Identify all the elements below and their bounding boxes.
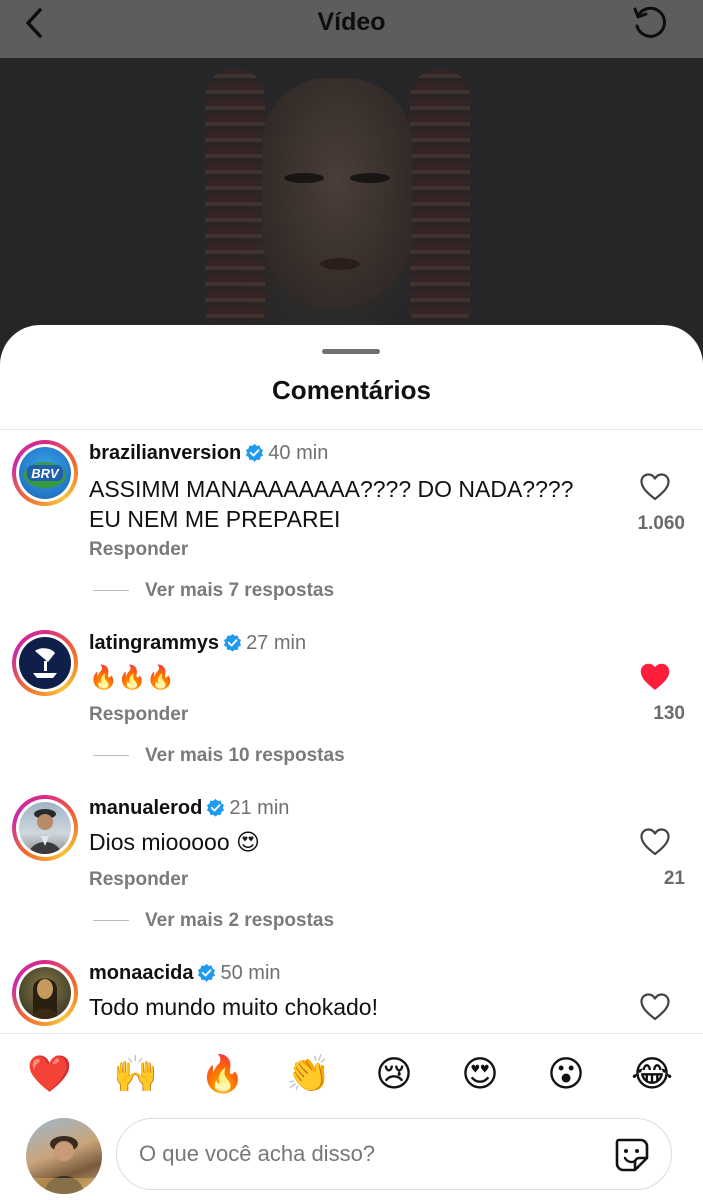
comment-text: 🔥🔥🔥 [89, 664, 175, 690]
emoji-reaction-bar: ❤️ 🙌 🔥 👏 😢 😍 😮 😂 [0, 1033, 703, 1114]
comment-time: 40 min [268, 442, 329, 464]
current-user-avatar [26, 1118, 102, 1194]
sticker-icon[interactable] [613, 1136, 651, 1174]
verified-badge-icon [207, 798, 225, 817]
verified-badge-icon [198, 963, 216, 982]
video-frame-face [262, 78, 412, 308]
comment-input-wrapper [116, 1118, 672, 1190]
view-more-replies-label: Ver mais 10 respostas [145, 745, 345, 766]
heart-outline-icon[interactable] [640, 993, 670, 1021]
heart-outline-icon[interactable] [640, 473, 670, 501]
comment-header: brazilianversion 40 min [89, 442, 328, 465]
username[interactable]: manualerod [89, 797, 202, 819]
reply-button[interactable]: Responder [89, 704, 188, 726]
refresh-icon[interactable] [629, 2, 669, 42]
reaction-heart-eyes[interactable]: 😍 [458, 1052, 502, 1096]
reply-button[interactable]: Responder [89, 869, 188, 891]
sheet-drag-handle[interactable] [322, 349, 380, 354]
video-frame-decor [205, 68, 265, 338]
username[interactable]: monaacida [89, 962, 193, 984]
comment-time: 21 min [229, 797, 290, 819]
user-photo-icon [26, 1136, 102, 1194]
username[interactable]: brazilianversion [89, 442, 241, 464]
gramophone-icon [33, 648, 57, 678]
sheet-title: Comentários [272, 375, 431, 405]
username[interactable]: latingrammys [89, 632, 219, 654]
mona-lisa-icon [31, 978, 59, 1019]
reaction-laughing[interactable]: 😂 [630, 1052, 674, 1096]
comment-input[interactable] [137, 1133, 581, 1175]
heart-outline-icon[interactable] [640, 828, 670, 856]
brv-logo-icon: BRV [24, 462, 66, 488]
like-count: 1.060 [637, 513, 685, 534]
view-more-replies[interactable]: Ver mais 7 respostas [93, 580, 334, 602]
video-frame-decor [410, 68, 470, 338]
comment-text: Todo mundo muito chokado! [89, 994, 378, 1020]
top-bar: Vídeo [0, 0, 703, 58]
person-photo-icon [29, 809, 61, 854]
reply-button[interactable]: Responder [89, 539, 188, 561]
comment-header: monaacida 50 min [89, 962, 281, 985]
verified-badge-icon [224, 633, 242, 652]
verified-badge-icon [246, 443, 264, 462]
comment-text: ASSIMM MANAAAAAAAA???? DO NADA???? EU NE… [89, 476, 574, 532]
divider [0, 429, 703, 430]
comment-header: latingrammys 27 min [89, 632, 306, 655]
reaction-heart[interactable]: ❤️ [27, 1052, 72, 1096]
avatar[interactable] [12, 630, 78, 696]
view-more-replies-label: Ver mais 2 respostas [145, 910, 335, 931]
reaction-surprised[interactable]: 😮 [544, 1052, 588, 1096]
view-more-replies-label: Ver mais 7 respostas [145, 580, 335, 601]
like-count: 21 [663, 868, 685, 889]
like-count: 130 [653, 703, 685, 724]
avatar[interactable]: BRV [12, 440, 78, 506]
reaction-raising-hands[interactable]: 🙌 [113, 1052, 158, 1096]
view-more-replies[interactable]: Ver mais 10 respostas [93, 745, 345, 767]
comment-text: Dios miooooo 😍 [89, 829, 260, 855]
comment-header: manualerod 21 min [89, 797, 289, 820]
avatar-text: BRV [31, 466, 60, 481]
avatar[interactable] [12, 960, 78, 1026]
comment-time: 50 min [220, 962, 281, 984]
comment-composer [0, 1112, 703, 1200]
reaction-clapping[interactable]: 👏 [286, 1052, 331, 1096]
heart-filled-icon[interactable] [640, 663, 670, 691]
video-player[interactable] [0, 58, 703, 358]
page-title: Vídeo [317, 8, 386, 36]
avatar[interactable] [12, 795, 78, 861]
comment-time: 27 min [246, 632, 307, 654]
reaction-crying[interactable]: 😢 [372, 1052, 416, 1096]
view-more-replies[interactable]: Ver mais 2 respostas [93, 910, 334, 932]
reaction-fire[interactable]: 🔥 [200, 1052, 245, 1096]
